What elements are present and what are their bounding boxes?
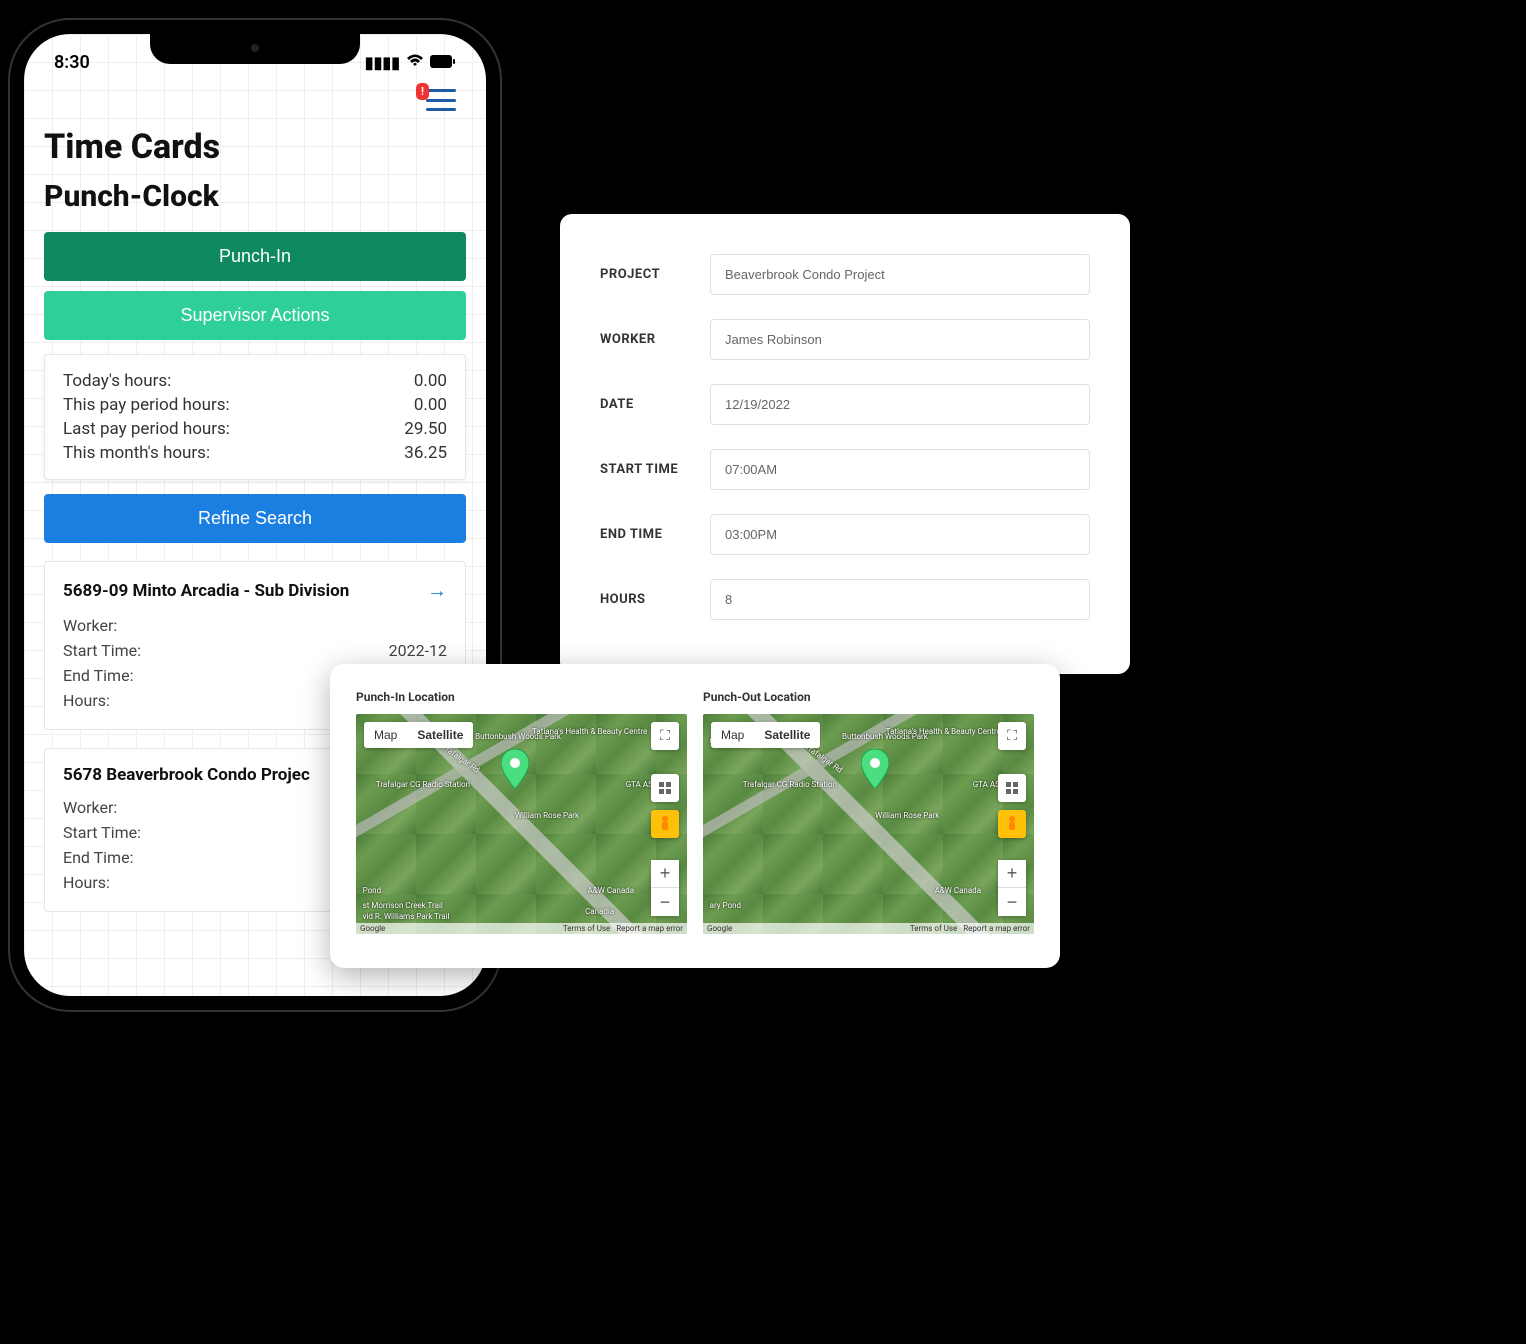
map-poi-label: William Rose Park [515, 811, 579, 820]
date-field[interactable] [710, 384, 1090, 425]
hours-value: 0.00 [414, 371, 447, 391]
map-poi-label: ary Pond [710, 901, 741, 910]
map-terms-link[interactable]: Terms of Use [563, 924, 610, 933]
entry-title: 5678 Beaverbrook Condo Projec [63, 765, 310, 785]
detail-label-end-time: END TIME [600, 527, 710, 542]
status-icons: ▮▮▮▮ [365, 53, 456, 72]
entry-hours-label: Hours: [63, 691, 110, 710]
wifi-icon [406, 53, 424, 72]
hours-label: This pay period hours: [63, 395, 230, 415]
entry-start-label: Start Time: [63, 823, 141, 842]
detail-label-hours: HOURS [600, 592, 710, 607]
hours-value: 36.25 [404, 443, 447, 463]
map-type-map-button[interactable]: Map [711, 722, 754, 748]
map-zoom-controls: + − [998, 860, 1026, 916]
zoom-out-button[interactable]: − [998, 888, 1026, 916]
page-subtitle: Punch-Clock [44, 179, 466, 214]
alert-badge-icon: ! [416, 83, 429, 100]
menu-button[interactable]: ! [426, 89, 456, 111]
map-poi-label: Pond [363, 886, 382, 895]
hours-label: Today's hours: [63, 371, 171, 391]
entry-worker-label: Worker: [63, 798, 117, 817]
hours-label: Last pay period hours: [63, 419, 230, 439]
map-zoom-controls: + − [651, 860, 679, 916]
entry-end-label: End Time: [63, 666, 133, 685]
hours-value: 0.00 [414, 395, 447, 415]
map-poi-label: A&W Canada [935, 886, 981, 895]
zoom-out-button[interactable]: − [651, 888, 679, 916]
map-poi-label: Trafalgar CG Radio Station [376, 780, 470, 789]
entry-end-label: End Time: [63, 848, 133, 867]
map-pin-icon [861, 749, 889, 793]
fullscreen-icon[interactable]: ⛶ [651, 722, 679, 750]
entry-start-label: Start Time: [63, 641, 141, 660]
map-poi-label: Trafalgar CG Radio Station [743, 780, 837, 789]
entry-hours-label: Hours: [63, 873, 110, 892]
map-report-link[interactable]: Report a map error [616, 924, 683, 933]
map-type-satellite-button[interactable]: Satellite [407, 722, 473, 748]
signal-icon: ▮▮▮▮ [365, 53, 400, 72]
time-entry-detail-card: PROJECT WORKER DATE START TIME END TIME … [560, 214, 1130, 674]
phone-notch [150, 34, 360, 64]
map-layers-icon[interactable] [651, 774, 679, 802]
detail-label-worker: WORKER [600, 332, 710, 347]
zoom-in-button[interactable]: + [651, 860, 679, 888]
map-poi-label: A&W Canada [588, 886, 634, 895]
punch-in-button[interactable]: Punch-In [44, 232, 466, 281]
zoom-in-button[interactable]: + [998, 860, 1026, 888]
map-poi-label: Canadia [585, 907, 614, 916]
battery-icon [430, 53, 456, 72]
map-poi-label: Tatiana's Health & Beauty Centre [886, 727, 1001, 736]
hours-summary-card: Today's hours: 0.00 This pay period hour… [44, 354, 466, 480]
punch-in-map[interactable]: Buttonbush Woods Park Tatiana's Health &… [356, 714, 687, 934]
arrow-right-icon[interactable]: → [427, 578, 447, 603]
detail-label-date: DATE [600, 397, 710, 412]
entry-start-value: 2022-12 [389, 641, 447, 660]
location-maps-card: Punch-In Location Buttonbush Woods Park … [330, 664, 1060, 968]
map-poi-label: st Morrison Creek Trail [363, 901, 443, 910]
map-type-toggle: Map Satellite [711, 722, 820, 748]
pegman-icon[interactable] [998, 810, 1026, 838]
map-poi-label: William Rose Park [875, 811, 939, 820]
punch-out-map[interactable]: Buttonbush Woods Park Tatiana's Health &… [703, 714, 1034, 934]
punch-out-location-title: Punch-Out Location [703, 690, 1034, 704]
map-layers-icon[interactable] [998, 774, 1026, 802]
hours-row: This pay period hours: 0.00 [63, 393, 447, 417]
status-time: 8:30 [54, 52, 90, 73]
map-type-map-button[interactable]: Map [364, 722, 407, 748]
map-pin-icon [501, 749, 529, 793]
detail-label-project: PROJECT [600, 267, 710, 282]
hours-field[interactable] [710, 579, 1090, 620]
hours-row: Today's hours: 0.00 [63, 369, 447, 393]
map-poi-label: vid R. Williams Park Trail [363, 912, 450, 921]
hours-label: This month's hours: [63, 443, 210, 463]
entry-worker-label: Worker: [63, 616, 117, 635]
hours-row: Last pay period hours: 29.50 [63, 417, 447, 441]
refine-search-button[interactable]: Refine Search [44, 494, 466, 543]
supervisor-actions-button[interactable]: Supervisor Actions [44, 291, 466, 340]
pegman-icon[interactable] [651, 810, 679, 838]
entry-title: 5689-09 Minto Arcadia - Sub Division [63, 581, 349, 601]
map-report-link[interactable]: Report a map error [963, 924, 1030, 933]
google-logo: Google [360, 924, 385, 933]
map-terms-link[interactable]: Terms of Use [910, 924, 957, 933]
map-poi-label: Tatiana's Health & Beauty Centre [532, 727, 647, 736]
map-type-toggle: Map Satellite [364, 722, 473, 748]
detail-label-start-time: START TIME [600, 462, 710, 477]
worker-field[interactable] [710, 319, 1090, 360]
map-type-satellite-button[interactable]: Satellite [754, 722, 820, 748]
google-logo: Google [707, 924, 732, 933]
hours-value: 29.50 [404, 419, 447, 439]
fullscreen-icon[interactable]: ⛶ [998, 722, 1026, 750]
end-time-field[interactable] [710, 514, 1090, 555]
project-field[interactable] [710, 254, 1090, 295]
start-time-field[interactable] [710, 449, 1090, 490]
hours-row: This month's hours: 36.25 [63, 441, 447, 465]
page-title: Time Cards [44, 127, 466, 167]
punch-in-location-title: Punch-In Location [356, 690, 687, 704]
